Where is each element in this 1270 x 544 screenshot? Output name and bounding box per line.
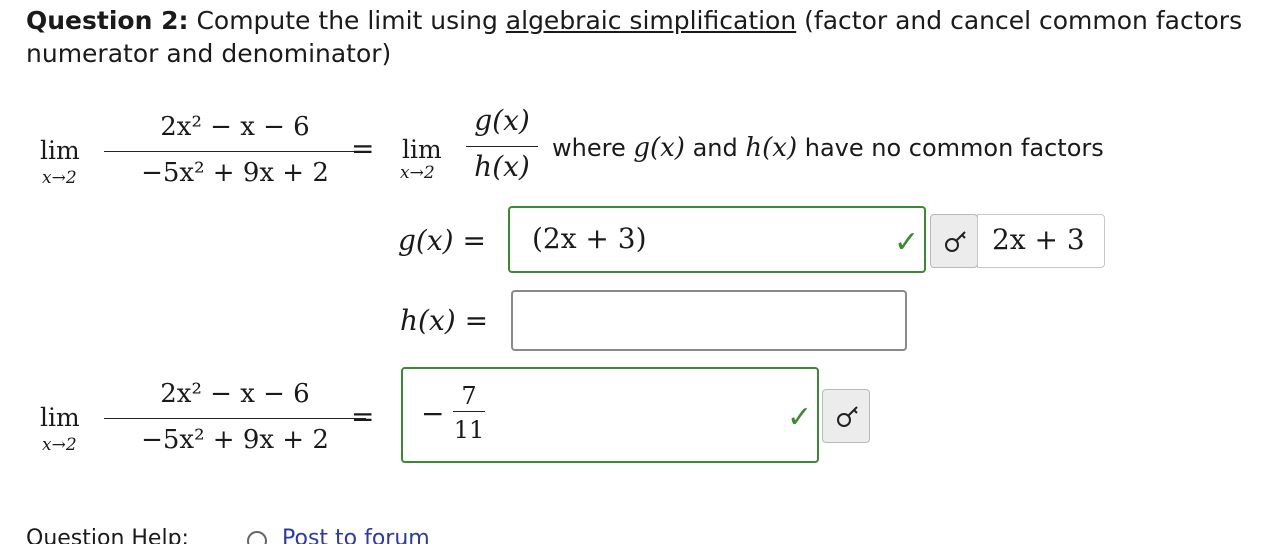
question-text-after: (factor and cancel common factors	[804, 6, 1243, 35]
rhs-fraction-denominator: h(x)	[474, 150, 530, 183]
equals-sign-2: =	[351, 400, 375, 433]
rhs-fraction-bar	[466, 146, 538, 147]
g-equals: =	[462, 224, 486, 257]
g-answer-value: (2x + 3)	[532, 222, 647, 255]
answer-sign: −	[421, 397, 445, 430]
fraction-denominator: −5x² + 9x + 2	[141, 158, 329, 188]
answer-denominator: 11	[453, 416, 485, 444]
where-condition-text: where g(x) and h(x) have no common facto…	[552, 133, 1104, 163]
answer-numerator: 7	[461, 382, 477, 410]
radio-icon[interactable]	[247, 531, 267, 544]
lim-word-2: lim	[40, 403, 80, 432]
g-inline: g(x)	[633, 133, 685, 163]
key-preview-button-limit[interactable]	[822, 389, 870, 443]
limit-expression-1: lim x→2 2x² − x − 6 −5x² + 9x + 2	[40, 112, 366, 202]
g-preview-box: 2x + 3	[977, 214, 1105, 268]
fraction-denominator-2: −5x² + 9x + 2	[141, 425, 329, 455]
limit-expression-2: lim x→2 2x² − x − 6 −5x² + 9x + 2	[40, 379, 366, 469]
and-word: and	[692, 134, 738, 162]
question-text-before: Compute the limit using	[196, 6, 498, 35]
where-word: where	[552, 134, 626, 162]
fraction-bar	[104, 151, 366, 152]
rhs-fraction-numerator: g(x)	[474, 104, 530, 137]
tail-text: have no common factors	[804, 134, 1104, 162]
equals-sign-1: =	[351, 132, 375, 165]
rhs-lim-word: lim	[402, 135, 442, 164]
rhs-lim-subscript: x→2	[400, 163, 435, 183]
h-label: h(x)	[400, 304, 456, 337]
answer-fraction-bar	[453, 411, 485, 412]
algebraic-simplification-link[interactable]: algebraic simplification	[506, 6, 796, 35]
lim-subscript-2: x→2	[42, 435, 77, 455]
fraction-numerator: 2x² − x − 6	[160, 112, 310, 142]
fraction-numerator-2: 2x² − x − 6	[160, 379, 310, 409]
limit-answer-input[interactable]: − 7 11 ✓	[401, 367, 819, 463]
lim-word: lim	[40, 136, 80, 165]
g-preview-value: 2x + 3	[992, 223, 1085, 256]
question-header: Question 2: Compute the limit using alge…	[26, 4, 1270, 70]
g-label: g(x)	[398, 224, 454, 257]
post-to-forum-link[interactable]: Post to forum	[282, 524, 430, 544]
question-text-line2: numerator and denominator)	[26, 39, 392, 68]
key-preview-button-g[interactable]	[930, 214, 978, 268]
key-icon	[837, 406, 858, 427]
g-row-label: g(x) =	[398, 224, 486, 258]
h-inline: h(x)	[745, 133, 798, 163]
fraction-bar-2	[104, 418, 366, 419]
h-equals: =	[464, 304, 489, 337]
h-answer-input[interactable]	[511, 290, 907, 351]
check-icon: ✓	[787, 400, 813, 435]
check-icon: ✓	[894, 225, 920, 260]
question-number: Question 2:	[26, 6, 189, 35]
g-answer-input[interactable]: (2x + 3) ✓	[508, 206, 926, 273]
question-help-label: Question Help:	[26, 526, 189, 544]
lim-subscript: x→2	[42, 168, 77, 188]
key-icon	[945, 231, 966, 252]
h-row-label: h(x) =	[400, 304, 488, 338]
page: Question 2: Compute the limit using alge…	[0, 0, 1270, 544]
